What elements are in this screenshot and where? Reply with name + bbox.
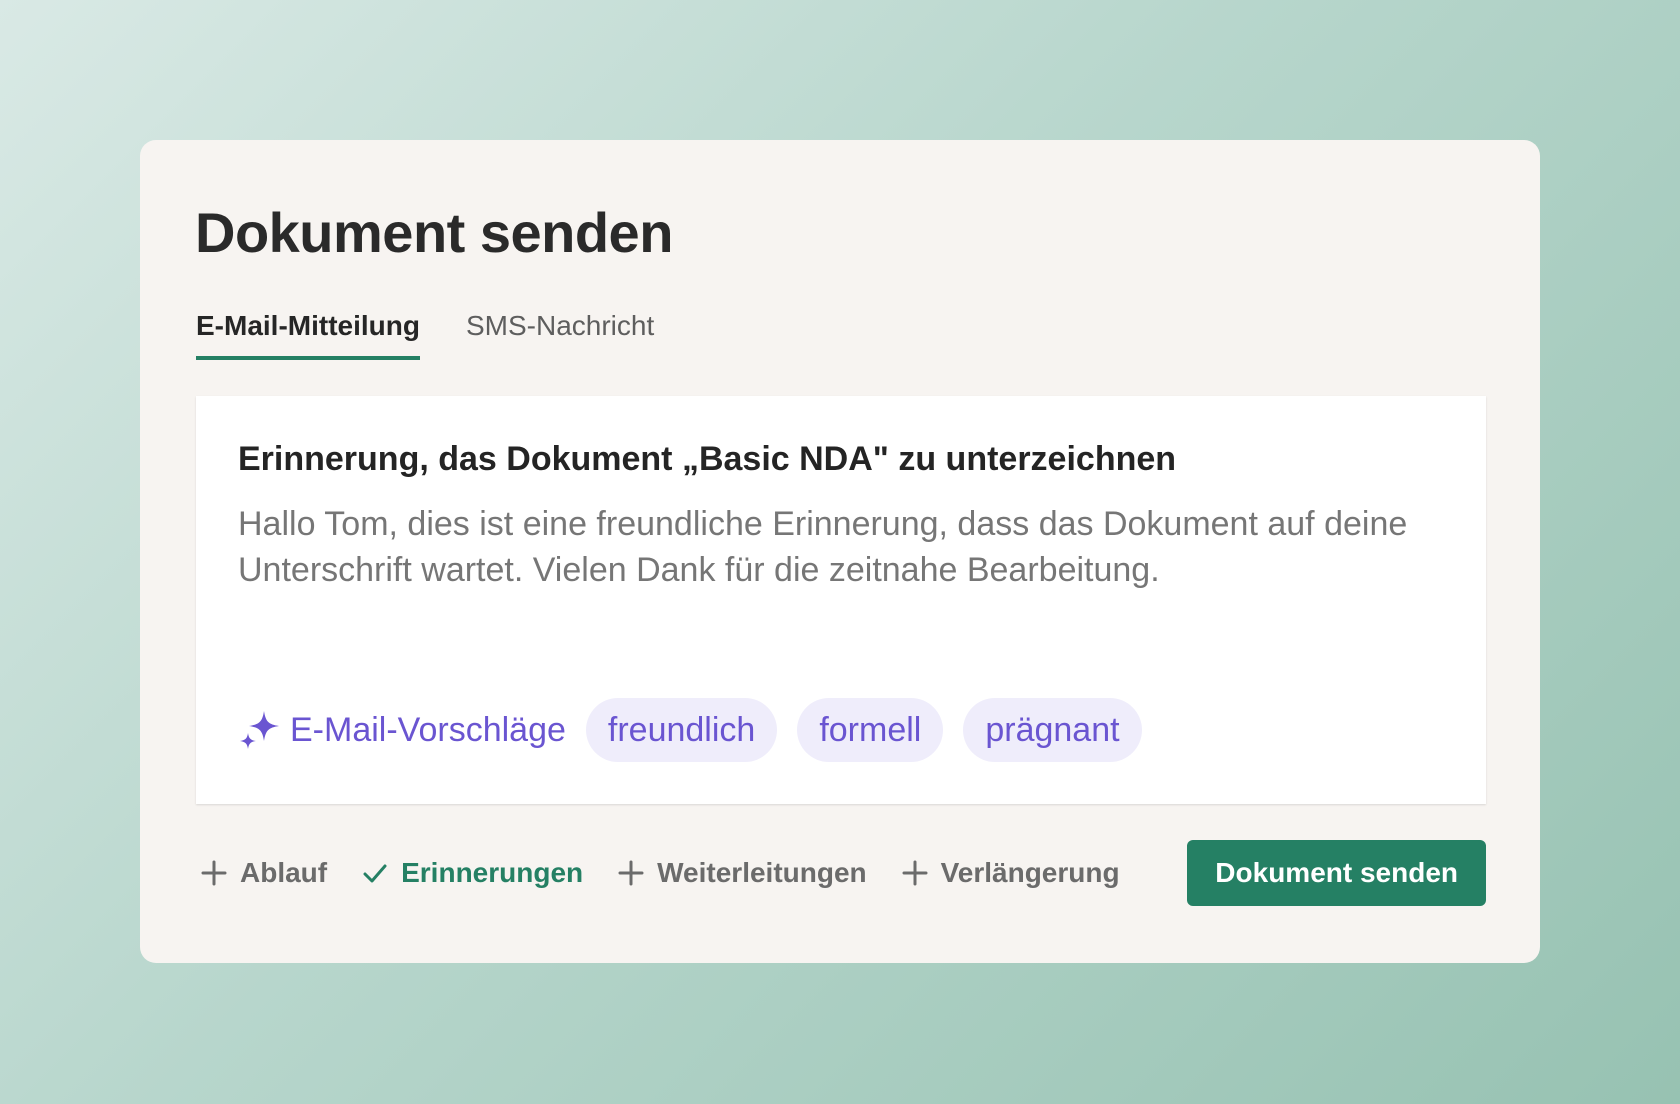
option-weiterleitungen-label: Weiterleitungen	[657, 857, 867, 888]
email-subject[interactable]: Erinnerung, das Dokument „Basic NDA" zu …	[238, 440, 1444, 479]
suggestion-chip-freundlich[interactable]: freundlich	[585, 698, 778, 762]
option-erinnerungen-label: Erinnerungen	[401, 857, 584, 888]
option-verlaengerung[interactable]: Verlängerung	[901, 857, 1120, 889]
tab-sms[interactable]: SMS-Nachricht	[466, 310, 654, 360]
dialog-footer: Ablauf Erinnerungen Weiterleitungen Verl…	[200, 840, 1486, 906]
email-suggestions-label: E-Mail-Vorschläge	[290, 710, 566, 749]
email-suggestions: E-Mail-Vorschläge freundlich formell prä…	[238, 698, 1142, 762]
option-erinnerungen[interactable]: Erinnerungen	[361, 857, 583, 889]
option-weiterleitungen[interactable]: Weiterleitungen	[617, 857, 867, 889]
option-ablauf-label: Ablauf	[240, 857, 328, 888]
email-message-panel[interactable]: Erinnerung, das Dokument „Basic NDA" zu …	[196, 396, 1486, 804]
email-body[interactable]: Hallo Tom, dies ist eine freundliche Eri…	[238, 501, 1418, 593]
send-document-dialog: Dokument senden E-Mail-Mitteilung SMS-Na…	[140, 140, 1540, 963]
tab-email[interactable]: E-Mail-Mitteilung	[196, 310, 420, 360]
option-verlaengerung-label: Verlängerung	[940, 857, 1120, 888]
suggestion-chip-praegnant[interactable]: prägnant	[963, 698, 1142, 762]
sparkle-icon	[240, 711, 279, 749]
plus-icon	[902, 860, 928, 886]
dialog-title: Dokument senden	[195, 201, 673, 264]
send-document-button[interactable]: Dokument senden	[1187, 840, 1486, 906]
plus-icon	[201, 860, 227, 886]
check-icon	[363, 864, 387, 883]
email-suggestions-label-group: E-Mail-Vorschläge	[238, 709, 566, 751]
option-ablauf[interactable]: Ablauf	[200, 857, 327, 889]
suggestion-chip-formell[interactable]: formell	[797, 698, 944, 762]
message-tabs: E-Mail-Mitteilung SMS-Nachricht	[196, 310, 654, 360]
plus-icon	[618, 860, 644, 886]
